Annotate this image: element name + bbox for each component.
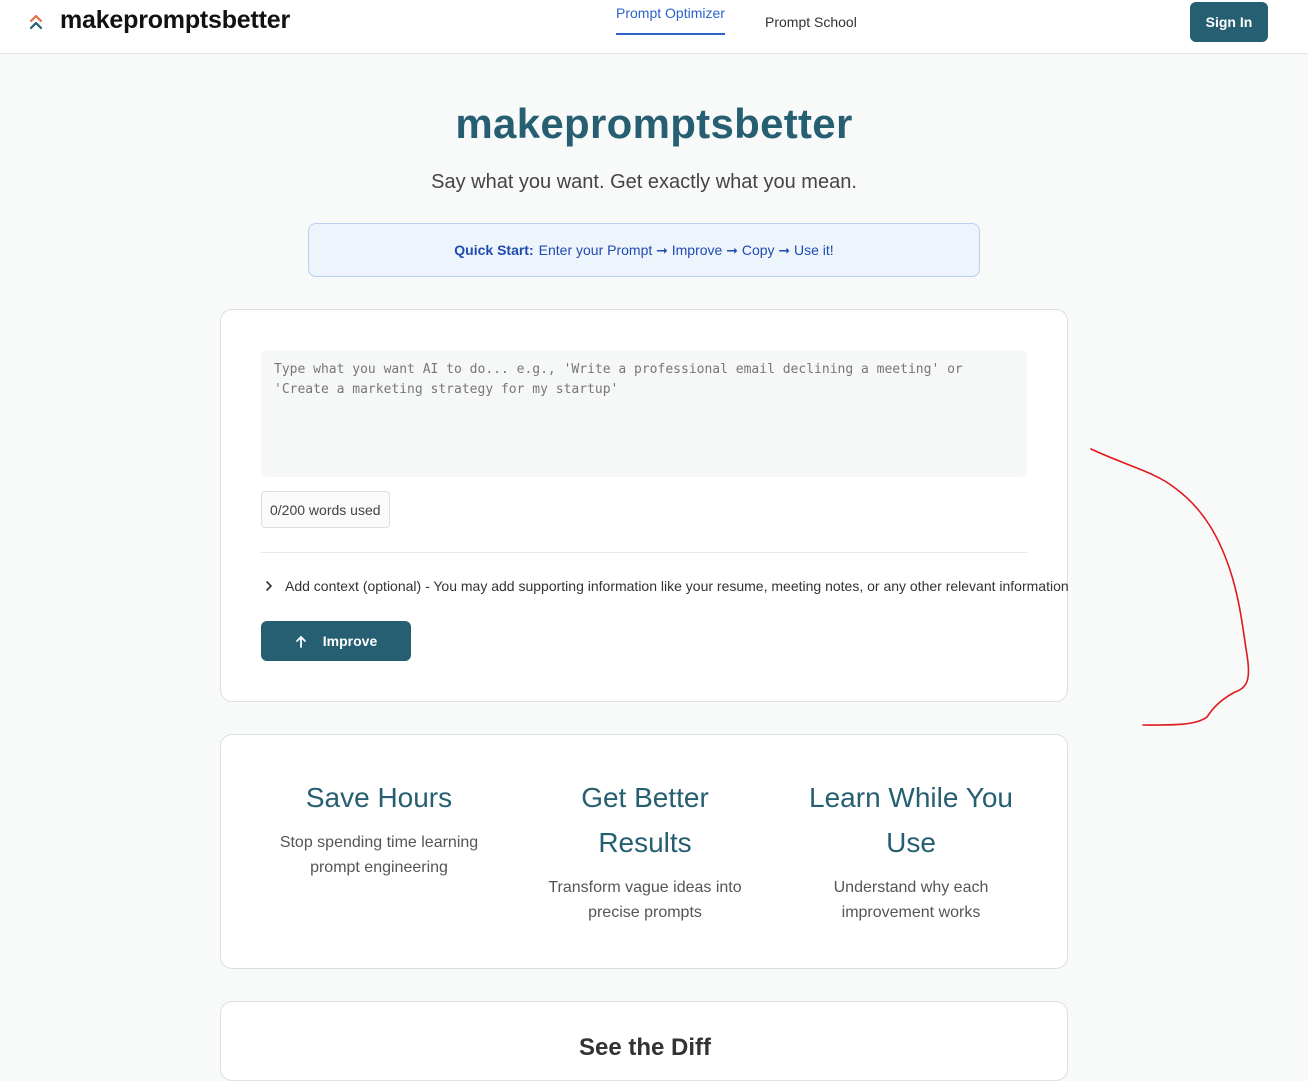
top-navigation-bar: makepromptsbetter Prompt Optimizer Promp… [0,0,1308,54]
brand-name[interactable]: makepromptsbetter [60,6,290,35]
feature-title: Learn While You Use [809,782,1013,858]
feature-better-results: Get Better Results Transform vague ideas… [525,775,765,925]
feature-description: Understand why each improvement works [833,879,989,921]
tab-prompt-school[interactable]: Prompt School [765,14,857,30]
diff-section-card: See the Diff [220,1001,1068,1081]
prompt-input[interactable] [261,350,1027,477]
feature-title: Save Hours [305,782,453,813]
feature-learn-while-you-use: Learn While You Use Understand why each … [791,775,1031,925]
chevron-right-icon [266,581,272,591]
word-count-badge: 0/200 words used [261,491,390,528]
divider [261,552,1027,553]
improve-button-label: Improve [322,633,378,649]
page-subtitle: Say what you want. Get exactly what you … [431,171,857,193]
quick-start-banner: Quick Start: Enter your Prompt ➞ Improve… [308,223,980,277]
quick-start-label: Quick Start: [454,242,534,258]
feature-title: Get Better Results [581,782,709,858]
tab-prompt-optimizer[interactable]: Prompt Optimizer [616,5,725,35]
section-title: See the Diff [578,1034,712,1061]
page-title: makepromptsbetter [455,100,853,147]
prompt-card: 0/200 words used Add context (optional) … [220,309,1069,702]
double-chevron-up-icon[interactable] [29,13,43,31]
sign-in-button[interactable]: Sign In [1190,2,1268,42]
quick-start-steps: Enter your Prompt ➞ Improve ➞ Copy ➞ Use… [538,241,834,258]
add-context-toggle[interactable]: Add context (optional) - You may add sup… [261,578,1161,594]
features-card: Save Hours Stop spending time learning p… [220,734,1068,969]
feature-description: Transform vague ideas into precise promp… [548,879,742,921]
feature-save-hours: Save Hours Stop spending time learning p… [259,775,499,880]
improve-button[interactable]: Improve [261,621,411,661]
arrow-up-icon [295,635,306,648]
add-context-label: Add context (optional) - You may add sup… [285,578,1069,594]
feature-description: Stop spending time learning prompt engin… [279,834,479,876]
hand-drawn-annotation-curve [1090,448,1250,726]
